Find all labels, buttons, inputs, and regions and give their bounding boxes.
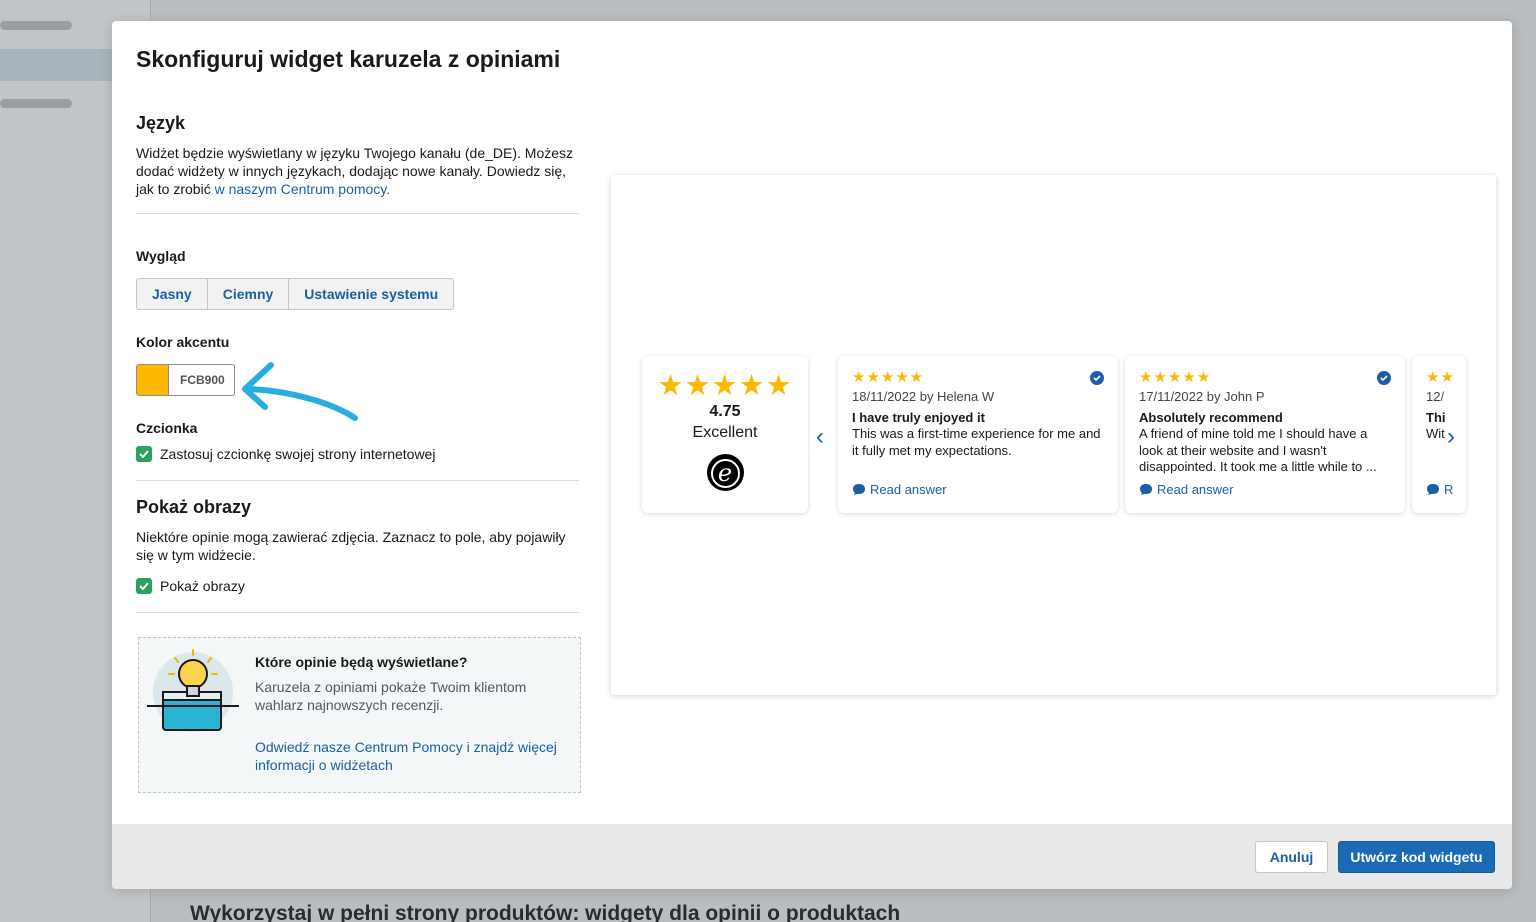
info-box: Które opinie będą wyświetlane? Karuzela …	[138, 637, 581, 793]
carousel-prev-icon[interactable]: ‹	[816, 423, 824, 451]
background-nav-item	[0, 99, 72, 108]
images-checkbox-row[interactable]: Pokaż obrazy	[136, 578, 245, 594]
review-title: I have truly enjoyed it	[852, 410, 985, 425]
review-card-partial: ★★ 12/ Thi Wit R	[1412, 356, 1466, 513]
appearance-label: Wygląd	[136, 248, 186, 264]
accent-color-label: Kolor akcentu	[136, 334, 230, 350]
review-stars-icon: ★★★★★	[852, 369, 925, 386]
info-help-link[interactable]: Odwiedź nasze Centrum Pomocy i znajdź wi…	[255, 738, 565, 774]
verified-badge-icon	[1090, 371, 1104, 385]
carousel-next-icon[interactable]: ›	[1447, 423, 1455, 451]
create-widget-code-button[interactable]: Utwórz kod widgetu	[1338, 841, 1495, 873]
review-body: This was a first-time experience for me …	[852, 426, 1101, 458]
read-answer-label: Read answer	[870, 482, 947, 497]
review-body: A friend of mine told me I should have a…	[1139, 426, 1377, 474]
trusted-shops-logo: e	[706, 454, 744, 491]
divider	[136, 612, 579, 613]
background-page-heading: Wykorzystaj w pełni strony produktów: wi…	[190, 902, 901, 922]
checkbox-checked-icon[interactable]	[136, 446, 152, 462]
language-description: Widżet będzie wyświetlany w języku Twoje…	[136, 144, 576, 198]
review-stars-icon: ★★★★★	[1139, 369, 1212, 386]
appearance-option-system[interactable]: Ustawienie systemu	[289, 279, 453, 309]
review-title: Absolutely recommend	[1139, 410, 1283, 425]
appearance-option-light[interactable]: Jasny	[137, 279, 208, 309]
images-heading: Pokaż obrazy	[136, 497, 252, 517]
font-checkbox-label: Zastosuj czcionkę swojej strony internet…	[160, 446, 436, 462]
font-label: Czcionka	[136, 420, 198, 436]
rating-summary-card: ★★★★★ 4.75 Excellent e	[642, 356, 808, 513]
review-title: Thi	[1426, 410, 1446, 425]
speech-bubble-icon	[853, 484, 865, 495]
appearance-option-dark[interactable]: Ciemny	[208, 279, 290, 309]
verified-badge-icon	[1377, 371, 1391, 385]
info-title: Które opinie będą wyświetlane?	[255, 654, 468, 670]
review-card: ★★★★★ 17/11/2022 by John P Absolutely re…	[1125, 356, 1405, 513]
font-checkbox-row[interactable]: Zastosuj czcionkę swojej strony internet…	[136, 446, 435, 462]
divider	[136, 480, 579, 481]
images-description: Niektóre opinie mogą zawierać zdjęcia. Z…	[136, 529, 566, 563]
review-meta: 17/11/2022 by John P	[1139, 389, 1265, 404]
review-meta: 12/	[1426, 389, 1445, 404]
review-body: Wit	[1426, 426, 1445, 441]
summary-score: 4.75	[709, 403, 741, 420]
accent-color-value[interactable]: FCB900	[169, 365, 234, 395]
accent-color-swatch[interactable]	[137, 365, 169, 395]
widget-config-modal: Skonfiguruj widget karuzela z opiniami J…	[112, 21, 1512, 889]
images-checkbox-label: Pokaż obrazy	[160, 578, 245, 594]
speech-bubble-icon	[1140, 484, 1152, 495]
review-card: ★★★★★ 18/11/2022 by Helena W I have trul…	[838, 356, 1118, 513]
read-answer-link[interactable]: Read answer	[1139, 482, 1234, 497]
background-nav-item	[0, 21, 72, 30]
appearance-toggle: Jasny Ciemny Ustawienie systemu	[136, 278, 455, 310]
read-answer-label: Read answer	[1157, 482, 1234, 497]
accent-color-input[interactable]: FCB900	[136, 364, 235, 396]
read-answer-link[interactable]: Read answer	[852, 482, 947, 497]
speech-bubble-icon	[1427, 484, 1439, 495]
divider	[136, 213, 579, 214]
help-center-link[interactable]: w naszym Centrum pomocy.	[215, 181, 391, 197]
summary-rating-label: Excellent	[692, 424, 758, 441]
read-answer-label: R	[1444, 482, 1454, 497]
info-text: Karuzela z opiniami pokaże Twoim kliento…	[255, 679, 527, 713]
pointer-arrow-icon	[242, 362, 358, 421]
language-heading: Język	[136, 113, 186, 133]
cancel-button[interactable]: Anuluj	[1255, 841, 1328, 873]
logo-letter: e	[710, 459, 740, 488]
widget-preview: ★★★★★ 4.75 Excellent e ‹ ★★★★★ 18/11/202…	[611, 175, 1496, 695]
modal-footer: Anuluj Utwórz kod widgetu	[112, 824, 1512, 889]
checkbox-checked-icon[interactable]	[136, 578, 152, 594]
read-answer-link[interactable]: R	[1426, 482, 1453, 497]
summary-stars-icon: ★★★★★	[657, 370, 793, 402]
lightbulb-illustration-icon	[147, 649, 239, 732]
modal-title: Skonfiguruj widget karuzela z opiniami	[136, 46, 561, 72]
review-stars-icon: ★★	[1426, 369, 1455, 386]
review-meta: 18/11/2022 by Helena W	[852, 389, 995, 404]
